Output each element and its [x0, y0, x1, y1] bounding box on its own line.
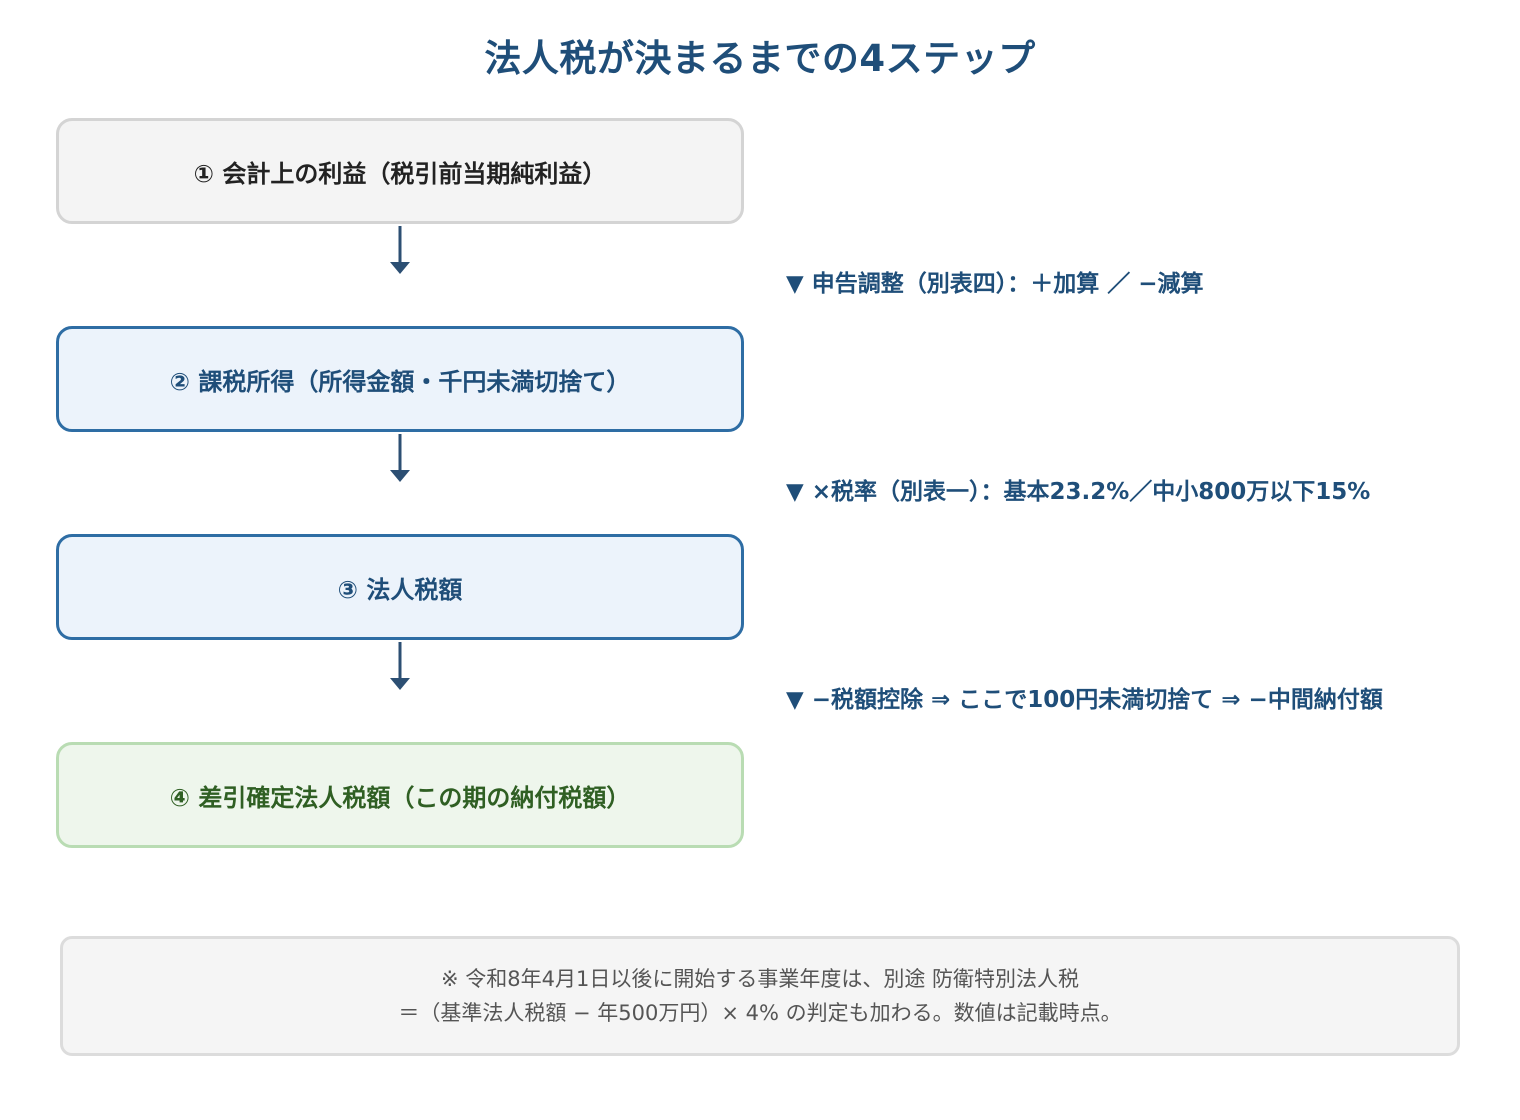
down-arrow-icon — [390, 642, 410, 690]
step-2-box: ② 課税所得（所得金額・千円未満切捨て） — [56, 326, 744, 432]
down-arrow-icon — [390, 434, 410, 482]
step-4-box: ④ 差引確定法人税額（この期の納付税額） — [56, 742, 744, 848]
step-3-label: ③ 法人税額 — [337, 575, 463, 604]
step-3-box: ③ 法人税額 — [56, 534, 744, 640]
footnote-box: ※ 令和8年4月1日以後に開始する事業年度は、別途 防衛特別法人税 ＝（基準法人… — [60, 936, 1460, 1056]
step-1-label: ① 会計上の利益（税引前当期純利益） — [193, 159, 607, 188]
step-1-box: ① 会計上の利益（税引前当期純利益） — [56, 118, 744, 224]
diagram-title: 法人税が決まるまでの4ステップ — [484, 37, 1036, 80]
transition-2-label: ▼ ×税率（別表一）：基本23.2%／中小800万以下15% — [786, 479, 1371, 505]
down-arrow-icon — [390, 226, 410, 274]
transition-3-label: ▼ −税額控除 ⇒ ここで100円未満切捨て ⇒ −中間納付額 — [786, 687, 1383, 713]
transition-1-label: ▼ 申告調整（別表四）：＋加算 ／ −減算 — [786, 271, 1204, 297]
step-2-label: ② 課税所得（所得金額・千円未満切捨て） — [169, 367, 631, 396]
footnote-line-1: ※ 令和8年4月1日以後に開始する事業年度は、別途 防衛特別法人税 — [440, 967, 1080, 991]
footnote-line-2: ＝（基準法人税額 − 年500万円）× 4% の判定も加わる。数値は記載時点。 — [398, 1001, 1122, 1025]
step-4-label: ④ 差引確定法人税額（この期の納付税額） — [169, 783, 631, 812]
